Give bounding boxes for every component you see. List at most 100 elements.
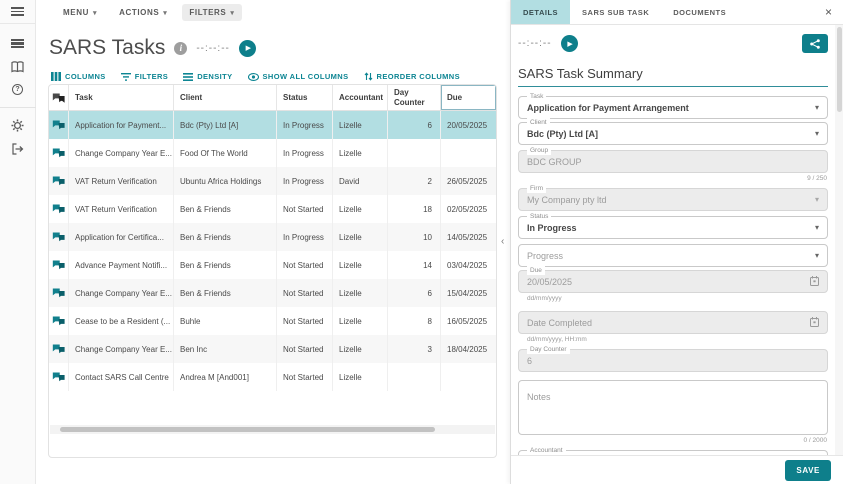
cell-due[interactable]: 14/05/2025 [441, 223, 496, 251]
cell-day-counter[interactable]: 8 [388, 307, 441, 335]
cell-due[interactable]: 16/05/2025 [441, 307, 496, 335]
cell-client[interactable]: Ben & Friends [174, 223, 277, 251]
cell-accountant[interactable]: Lizelle [333, 307, 388, 335]
column-header-client[interactable]: Client [174, 85, 277, 110]
filters-dropdown[interactable]: FILTERS▾ [182, 4, 241, 21]
save-button[interactable]: SAVE [785, 460, 831, 481]
cell-due[interactable]: 20/05/2025 [441, 111, 496, 139]
cell-due[interactable] [441, 139, 496, 167]
cell-status[interactable]: In Progress [277, 139, 333, 167]
client-select[interactable]: Client Bdc (Pty) Ltd [A] ▾ [518, 122, 828, 145]
cell-accountant[interactable]: Lizelle [333, 279, 388, 307]
task-list-icon[interactable] [0, 32, 36, 55]
chat-bubbles-icon[interactable] [52, 316, 65, 326]
cell-client[interactable]: Bdc (Pty) Ltd [A] [174, 111, 277, 139]
cell-accountant[interactable]: Lizelle [333, 363, 388, 391]
cell-task[interactable]: Contact SARS Call Centre [69, 363, 174, 391]
cell-task[interactable]: VAT Return Verification [69, 195, 174, 223]
cell-accountant[interactable]: David [333, 167, 388, 195]
table-row[interactable]: Change Company Year E... Ben Inc Not Sta… [49, 335, 496, 363]
chat-bubbles-icon[interactable] [52, 372, 65, 382]
tab-sars-sub-task[interactable]: SARS SUB TASK [570, 0, 661, 24]
cell-task[interactable]: Change Company Year E... [69, 335, 174, 363]
cell-due[interactable]: 02/05/2025 [441, 195, 496, 223]
chat-bubbles-icon[interactable] [52, 148, 65, 158]
table-row[interactable]: Application for Payment... Bdc (Pty) Ltd… [49, 111, 496, 139]
chat-bubbles-icon[interactable] [52, 204, 65, 214]
cell-task[interactable]: Advance Payment Notifi... [69, 251, 174, 279]
cell-due[interactable]: 15/04/2025 [441, 279, 496, 307]
settings-gear-icon[interactable] [0, 114, 36, 137]
cell-client[interactable]: Ben & Friends [174, 251, 277, 279]
cell-accountant[interactable]: Lizelle [333, 335, 388, 363]
cell-due[interactable]: 03/04/2025 [441, 251, 496, 279]
cell-status[interactable]: Not Started [277, 307, 333, 335]
cell-accountant[interactable]: Lizelle [333, 111, 388, 139]
table-row[interactable]: Change Company Year E... Food Of The Wor… [49, 139, 496, 167]
cell-accountant[interactable]: Lizelle [333, 139, 388, 167]
cell-status[interactable]: Not Started [277, 195, 333, 223]
cell-task[interactable]: Change Company Year E... [69, 279, 174, 307]
cell-task[interactable]: VAT Return Verification [69, 167, 174, 195]
task-select[interactable]: Task Application for Payment Arrangement… [518, 96, 828, 119]
progress-select[interactable]: Progress ▾ [518, 244, 828, 267]
column-header-day-counter[interactable]: Day Counter [388, 85, 441, 110]
cell-status[interactable]: Not Started [277, 279, 333, 307]
play-task-timer-button[interactable]: ▶ [561, 35, 578, 52]
play-timer-button[interactable]: ▶ [239, 40, 256, 57]
chat-column-header[interactable] [49, 85, 69, 110]
menu-dropdown[interactable]: MENU▾ [56, 4, 104, 21]
cell-accountant[interactable]: Lizelle [333, 195, 388, 223]
help-icon[interactable]: ? [0, 78, 36, 101]
vertical-scrollbar[interactable] [835, 25, 843, 455]
actions-dropdown[interactable]: ACTIONS▾ [112, 4, 174, 21]
cell-task[interactable]: Cease to be a Resident (... [69, 307, 174, 335]
logout-icon[interactable] [0, 137, 36, 160]
column-header-due[interactable]: Due [441, 85, 496, 110]
cell-client[interactable]: Ubuntu Africa Holdings [174, 167, 277, 195]
column-header-task[interactable]: Task [69, 85, 174, 110]
cell-client[interactable]: Ben & Friends [174, 279, 277, 307]
cell-day-counter[interactable]: 2 [388, 167, 441, 195]
cell-day-counter[interactable]: 6 [388, 111, 441, 139]
vertical-scrollbar-thumb[interactable] [837, 27, 842, 112]
filters-button[interactable]: FILTERS [121, 72, 169, 81]
hamburger-menu-icon[interactable] [0, 0, 35, 23]
cell-client[interactable]: Ben & Friends [174, 195, 277, 223]
chat-bubbles-icon[interactable] [52, 344, 65, 354]
cell-day-counter[interactable]: 14 [388, 251, 441, 279]
cell-due[interactable]: 26/05/2025 [441, 167, 496, 195]
cell-client[interactable]: Ben Inc [174, 335, 277, 363]
knowledge-book-icon[interactable] [0, 55, 36, 78]
show-all-columns-button[interactable]: SHOW ALL COLUMNS [248, 72, 349, 81]
column-header-accountant[interactable]: Accountant [333, 85, 388, 110]
cell-client[interactable]: Andrea M [And001] [174, 363, 277, 391]
cell-day-counter[interactable] [388, 139, 441, 167]
cell-day-counter[interactable]: 3 [388, 335, 441, 363]
column-header-status[interactable]: Status [277, 85, 333, 110]
info-icon[interactable]: i [174, 42, 187, 55]
tab-documents[interactable]: DOCUMENTS [661, 0, 738, 24]
panel-collapse-chevron-icon[interactable]: ‹ [501, 236, 504, 247]
cell-task[interactable]: Application for Certifica... [69, 223, 174, 251]
cell-due[interactable]: 18/04/2025 [441, 335, 496, 363]
cell-task[interactable]: Application for Payment... [69, 111, 174, 139]
table-row[interactable]: Change Company Year E... Ben & Friends N… [49, 279, 496, 307]
chat-bubbles-icon[interactable] [52, 260, 65, 270]
cell-status[interactable]: Not Started [277, 363, 333, 391]
chat-bubbles-icon[interactable] [52, 120, 65, 130]
cell-status[interactable]: Not Started [277, 335, 333, 363]
cell-client[interactable]: Buhle [174, 307, 277, 335]
table-row[interactable]: Contact SARS Call Centre Andrea M [And00… [49, 363, 496, 391]
status-select[interactable]: Status In Progress ▾ [518, 216, 828, 239]
cell-status[interactable]: In Progress [277, 111, 333, 139]
chat-bubbles-icon[interactable] [52, 288, 65, 298]
chat-bubbles-icon[interactable] [52, 176, 65, 186]
notes-textarea[interactable]: Notes [518, 380, 828, 435]
tab-details[interactable]: DETAILS [511, 0, 570, 24]
reorder-columns-button[interactable]: REORDER COLUMNS [364, 72, 461, 81]
density-button[interactable]: DENSITY [183, 72, 232, 81]
table-row[interactable]: VAT Return Verification Ben & Friends No… [49, 195, 496, 223]
cell-day-counter[interactable]: 18 [388, 195, 441, 223]
cell-due[interactable] [441, 363, 496, 391]
